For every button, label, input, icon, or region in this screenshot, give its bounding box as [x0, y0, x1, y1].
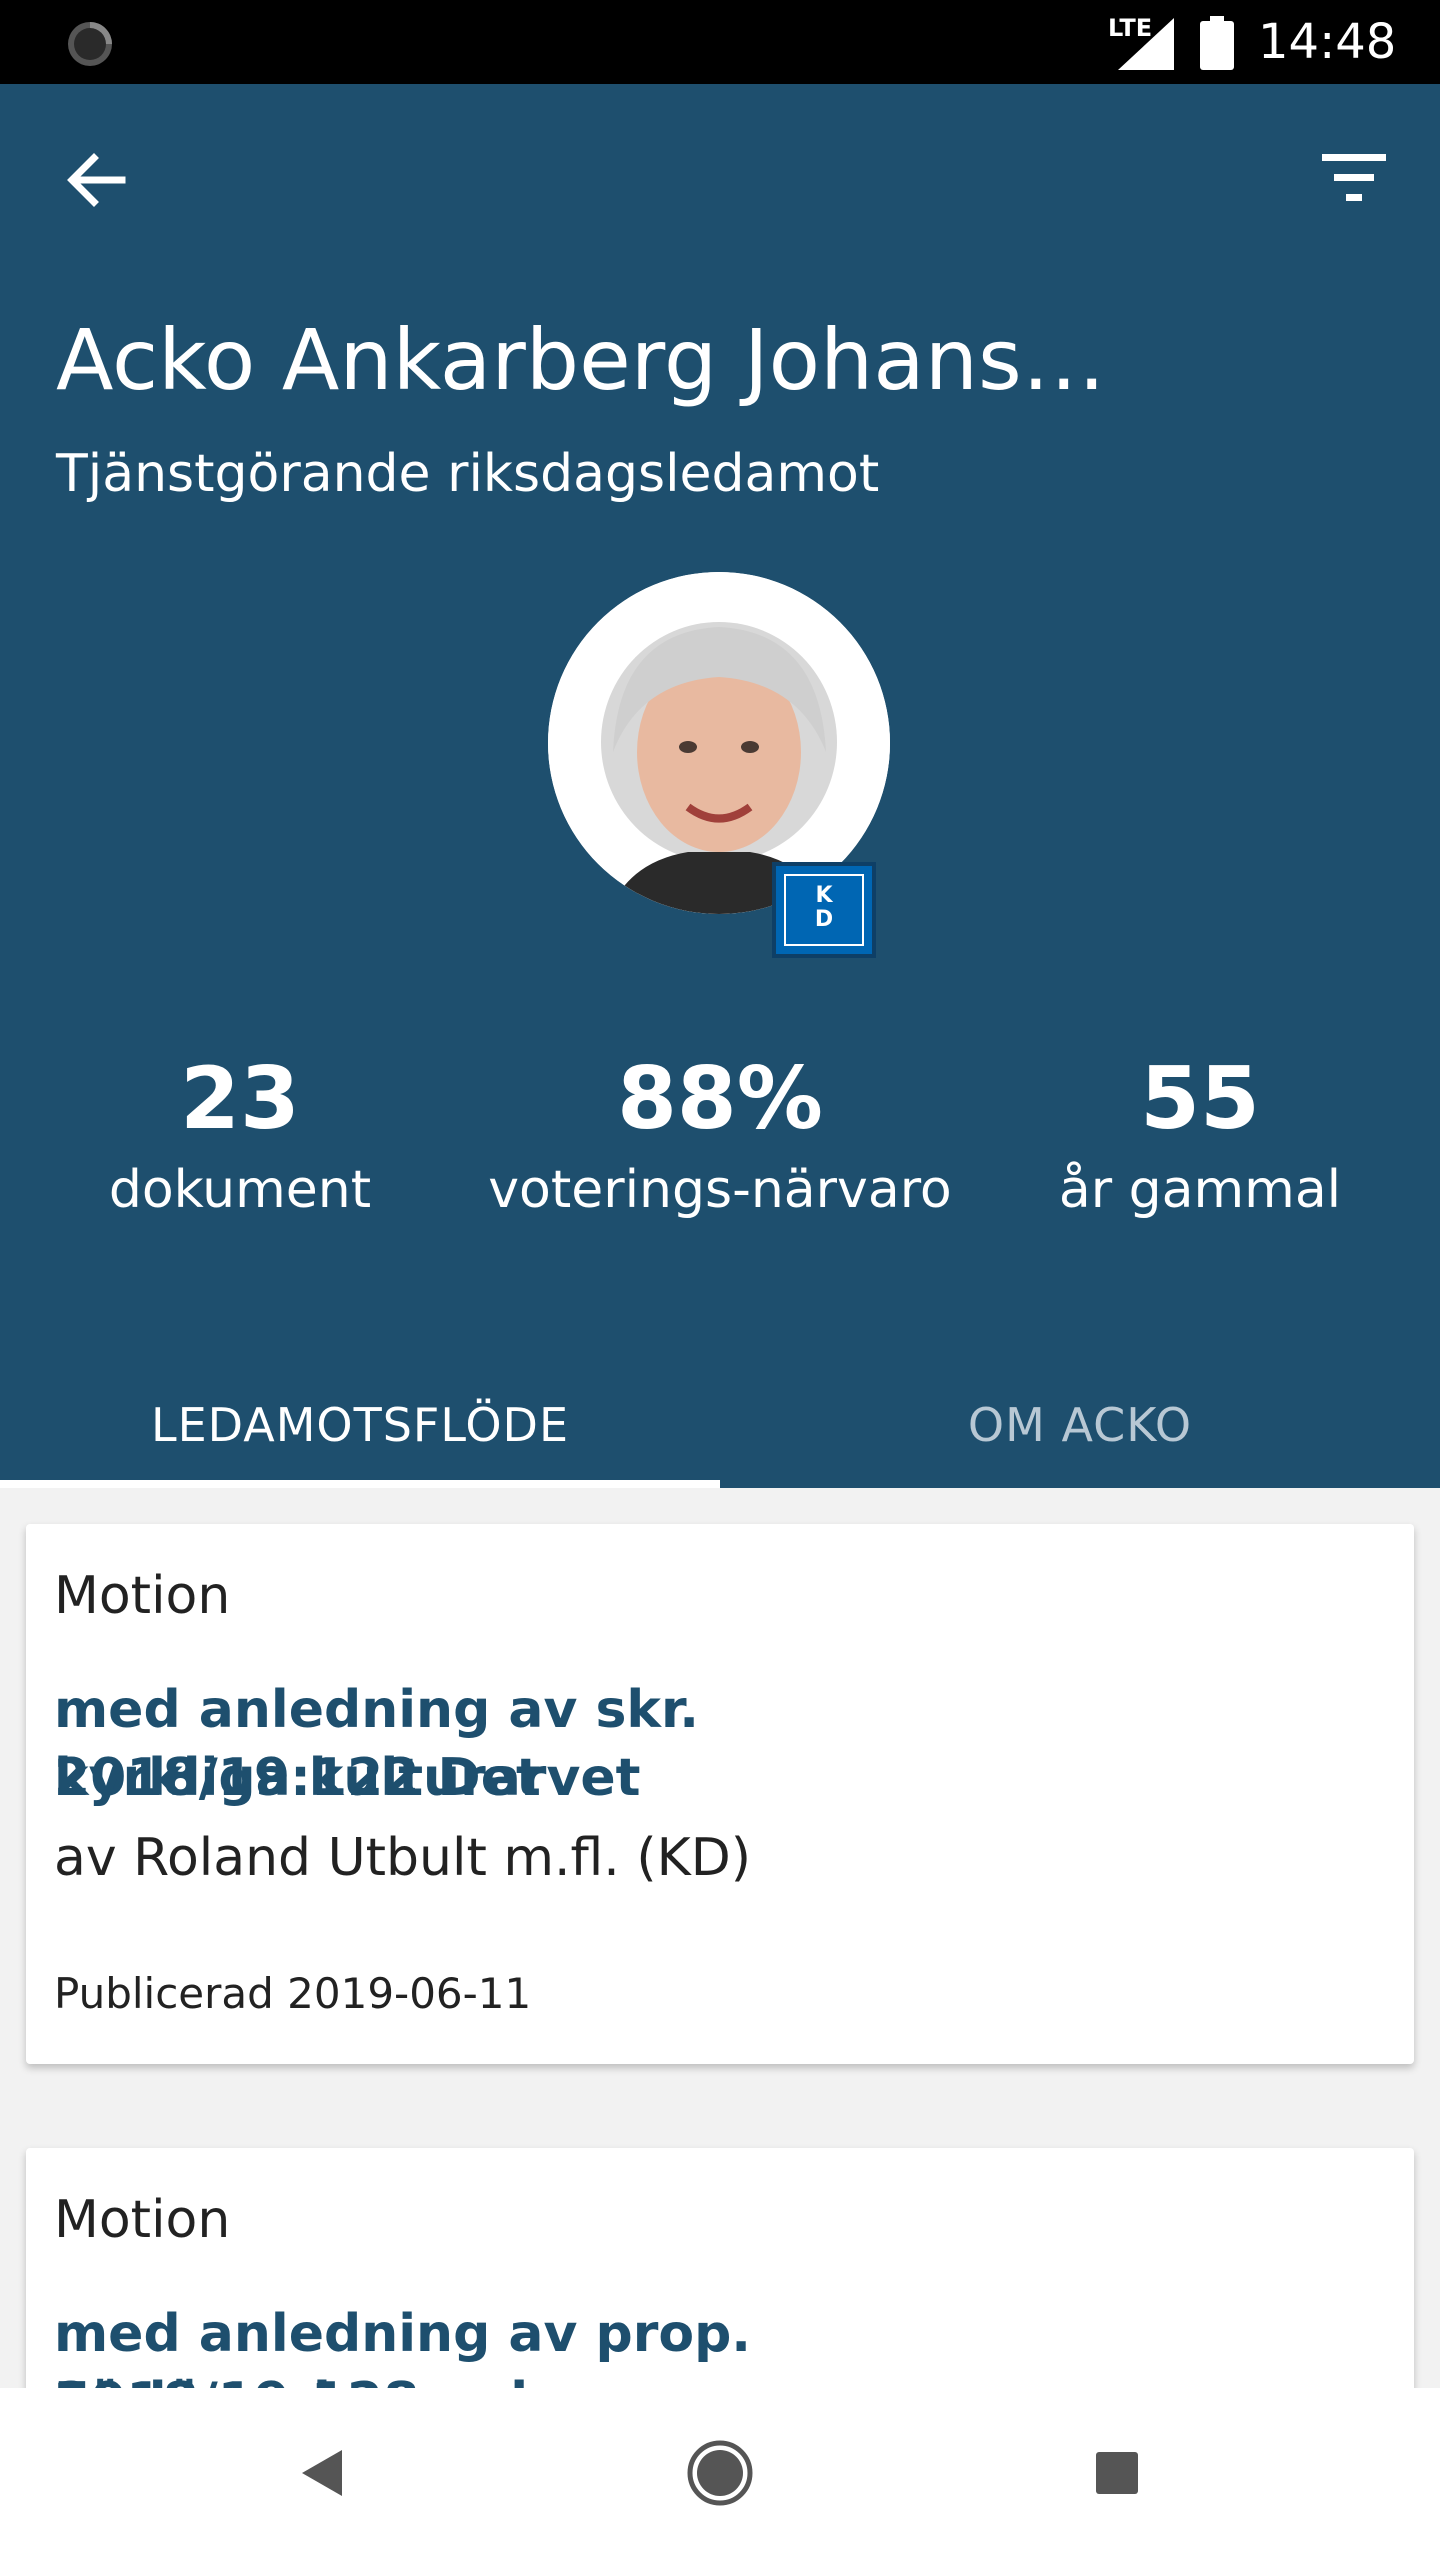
loading-icon — [68, 22, 112, 66]
stat-label: dokument — [108, 1160, 372, 1220]
card-date: Publicerad 2019-06-11 — [54, 1969, 532, 2018]
party-badge: K D — [772, 862, 876, 958]
stat-documents: 23 dokument — [0, 1044, 480, 1226]
feed-card[interactable]: Motion med anledning av prop. 2018/19:12… — [26, 2148, 1414, 2388]
card-title-line2[interactable]: Förlängning av lagen om tillfälliga — [54, 2368, 1054, 2388]
tab-bar: LEDAMOTSFLÖDE OM ACKO — [0, 1362, 1440, 1488]
stats-row: 23 dokument 88% voterings-närvaro 55 år … — [0, 1044, 1440, 1244]
card-type: Motion — [54, 2190, 231, 2250]
stat-value: 88% — [617, 1049, 823, 1149]
circle-home-icon[interactable] — [675, 2428, 765, 2518]
member-role: Tjänstgörande riksdagsledamot — [56, 444, 880, 504]
arrow-left-icon[interactable] — [56, 140, 136, 220]
card-type: Motion — [54, 1566, 231, 1626]
signal-icon — [1118, 18, 1174, 70]
feed-card[interactable]: Motion med anledning av skr. 2018/19:122… — [26, 1524, 1414, 2064]
active-tab-indicator — [0, 1480, 720, 1488]
tab-ledamotsflode[interactable]: LEDAMOTSFLÖDE — [0, 1362, 720, 1488]
clock: 14:48 — [1258, 14, 1397, 70]
stat-label: år gammal — [1058, 1160, 1342, 1220]
filter-icon[interactable] — [1314, 144, 1394, 214]
triangle-back-icon[interactable] — [278, 2428, 368, 2518]
system-nav-bar — [0, 2388, 1440, 2560]
member-name: Acko Ankarberg Johans… — [56, 311, 1106, 409]
party-badge-line2: D — [814, 907, 834, 932]
stat-label: voterings-närvaro — [488, 1160, 952, 1220]
stat-value: 55 — [1140, 1049, 1260, 1149]
profile-header: Acko Ankarberg Johans… Tjänstgörande rik… — [0, 84, 1440, 1488]
stat-value: 23 — [180, 1049, 300, 1149]
tab-om-acko[interactable]: OM ACKO — [720, 1362, 1440, 1488]
feed-list: Motion med anledning av skr. 2018/19:122… — [0, 1488, 1440, 2388]
battery-icon — [1200, 16, 1234, 70]
stat-age: 55 år gammal — [960, 1044, 1440, 1226]
status-bar: LTE 14:48 — [0, 0, 1440, 84]
party-badge-line1: K — [815, 883, 833, 908]
stat-voting-presence: 88% voterings-närvaro — [480, 1044, 960, 1226]
card-author: av Roland Utbult m.fl. (KD) — [54, 1828, 752, 1888]
square-recents-icon[interactable] — [1072, 2428, 1162, 2518]
card-title-line2[interactable]: kyrkliga kulturarvet — [54, 1744, 1054, 1812]
